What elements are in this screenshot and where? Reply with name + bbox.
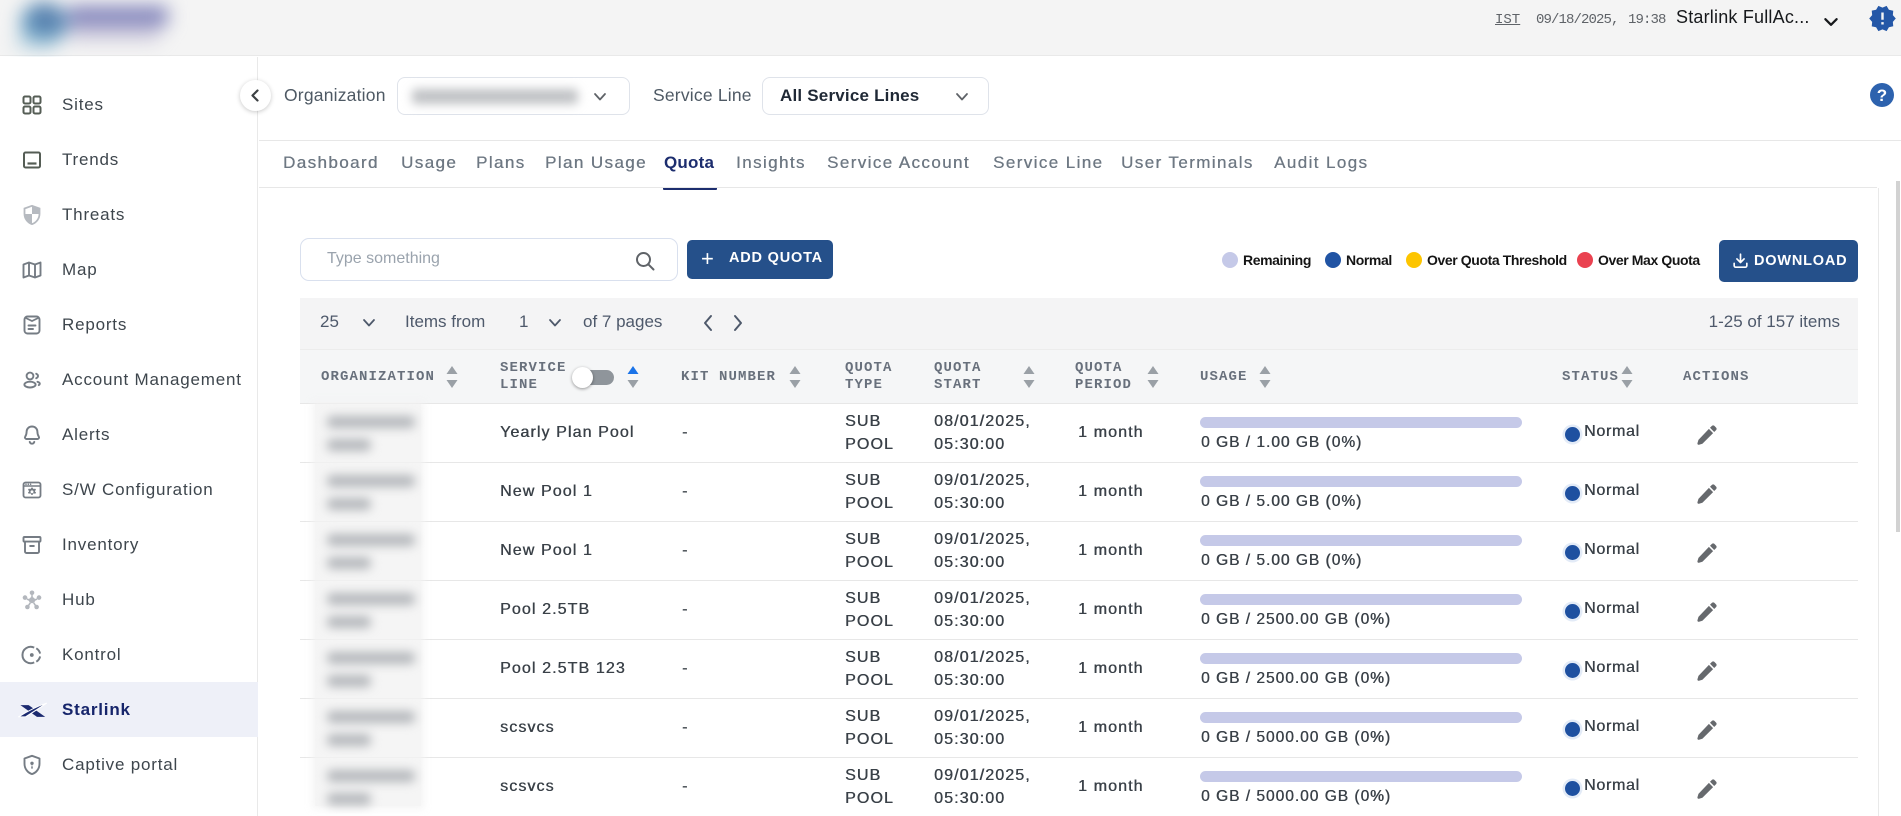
svg-text:?: ? (1877, 86, 1887, 105)
